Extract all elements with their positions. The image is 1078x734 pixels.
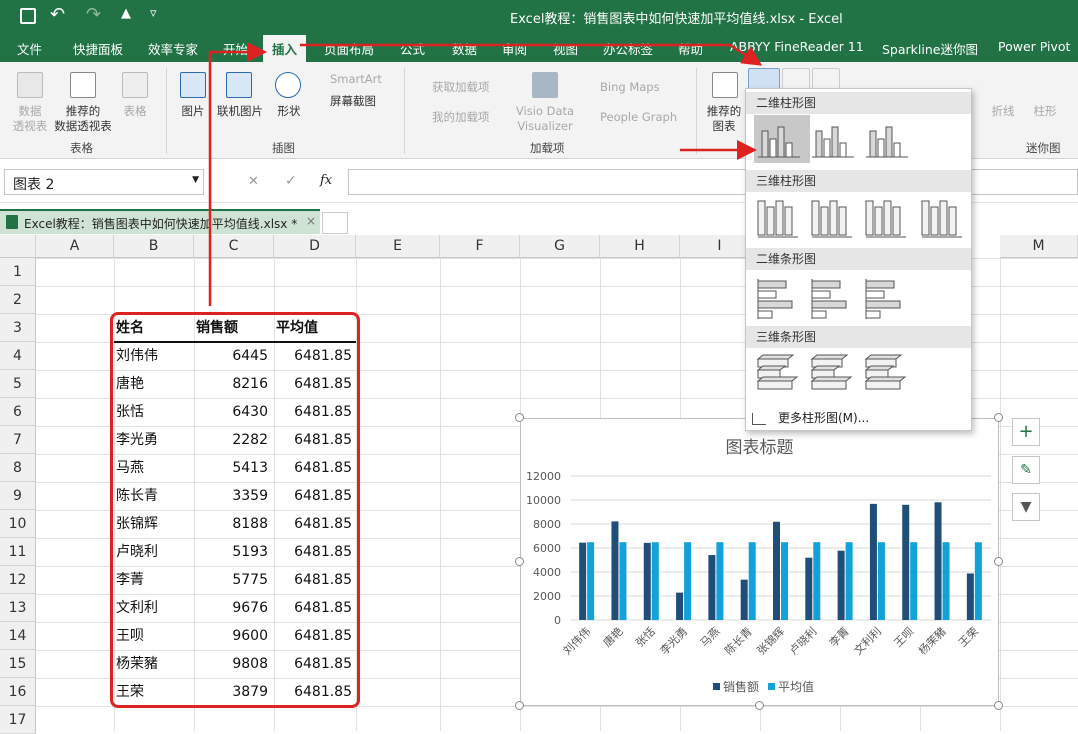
arrow-table-to-insert-tab <box>208 42 267 306</box>
arrow-insert-to-column-icon <box>300 43 763 66</box>
annotation-arrows <box>208 42 763 306</box>
